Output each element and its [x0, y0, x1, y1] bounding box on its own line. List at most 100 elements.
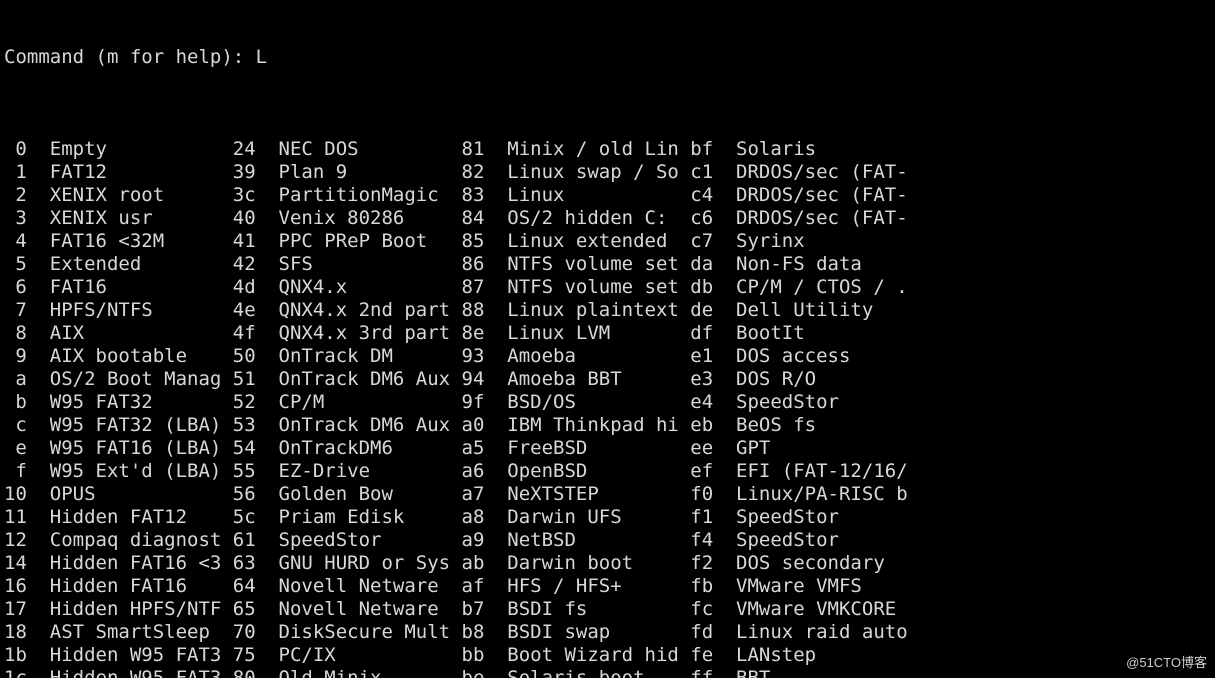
partition-type-name: IBM Thinkpad hi	[507, 414, 690, 437]
partition-type-code: 6	[4, 276, 27, 299]
partition-type-code: 75	[233, 644, 256, 667]
partition-type-name: BootIt	[736, 322, 919, 345]
partition-type-name: VMware VMFS	[736, 575, 919, 598]
partition-type-code: 9	[4, 345, 27, 368]
partition-type-code: c6	[690, 207, 713, 230]
partition-type-name: Syrinx	[736, 230, 919, 253]
partition-type-code: a8	[462, 506, 485, 529]
partition-type-code: 63	[233, 552, 256, 575]
partition-type-name: LANstep	[736, 644, 919, 667]
partition-type-name: DOS R/O	[736, 368, 919, 391]
partition-type-name: FAT16	[50, 276, 233, 299]
command-prompt: Command (m for help): L	[4, 46, 1211, 69]
partition-type-row: 2XENIX root3cPartitionMagic83Linuxc4DRDO…	[4, 184, 1211, 207]
partition-type-code: 39	[233, 161, 256, 184]
partition-type-name: Venix 80286	[279, 207, 462, 230]
partition-type-name: PPC PReP Boot	[279, 230, 462, 253]
partition-type-code: c4	[690, 184, 713, 207]
partition-type-name: Old Minix	[279, 667, 462, 678]
partition-type-row: 9AIX bootable50OnTrack DM93Amoebae1DOS a…	[4, 345, 1211, 368]
partition-type-name: Novell Netware	[279, 598, 462, 621]
partition-type-name: W95 FAT32 (LBA)	[50, 414, 233, 437]
partition-type-name: OS/2 Boot Manag	[50, 368, 233, 391]
partition-type-code: 12	[4, 529, 27, 552]
partition-type-name: OnTrackDM6	[279, 437, 462, 460]
partition-type-name: EFI (FAT-12/16/	[736, 460, 919, 483]
partition-type-code: 94	[462, 368, 485, 391]
partition-type-table: 0Empty24NEC DOS81Minix / old LinbfSolari…	[4, 138, 1211, 678]
partition-type-code: 1	[4, 161, 27, 184]
partition-type-code: a5	[462, 437, 485, 460]
partition-type-name: Empty	[50, 138, 233, 161]
partition-type-name: OnTrack DM	[279, 345, 462, 368]
partition-type-row: 18AST SmartSleep70DiskSecure Multb8BSDI …	[4, 621, 1211, 644]
partition-type-code: 84	[462, 207, 485, 230]
partition-type-code: 1b	[4, 644, 27, 667]
partition-type-code: 3c	[233, 184, 256, 207]
partition-type-name: NeXTSTEP	[507, 483, 690, 506]
partition-type-name: PartitionMagic	[279, 184, 462, 207]
partition-type-code: e3	[690, 368, 713, 391]
partition-type-code: da	[690, 253, 713, 276]
partition-type-name: Hidden W95 FAT3	[50, 644, 233, 667]
partition-type-name: W95 FAT16 (LBA)	[50, 437, 233, 460]
partition-type-code: f1	[690, 506, 713, 529]
partition-type-row: 0Empty24NEC DOS81Minix / old LinbfSolari…	[4, 138, 1211, 161]
partition-type-row: 14Hidden FAT16 <363GNU HURD or SysabDarw…	[4, 552, 1211, 575]
partition-type-row: 17Hidden HPFS/NTF65Novell Netwareb7BSDI …	[4, 598, 1211, 621]
partition-type-code: 3	[4, 207, 27, 230]
partition-type-code: 93	[462, 345, 485, 368]
partition-type-code: 70	[233, 621, 256, 644]
partition-type-code: 50	[233, 345, 256, 368]
partition-type-name: Amoeba	[507, 345, 690, 368]
partition-type-code: 54	[233, 437, 256, 460]
partition-type-name: Novell Netware	[279, 575, 462, 598]
partition-type-code: eb	[690, 414, 713, 437]
partition-type-code: ef	[690, 460, 713, 483]
partition-type-code: 7	[4, 299, 27, 322]
partition-type-code: 87	[462, 276, 485, 299]
partition-type-name: AIX bootable	[50, 345, 233, 368]
partition-type-name: Hidden HPFS/NTF	[50, 598, 233, 621]
partition-type-code: a6	[462, 460, 485, 483]
partition-type-code: ab	[462, 552, 485, 575]
partition-type-name: OS/2 hidden C:	[507, 207, 690, 230]
partition-type-row: eW95 FAT16 (LBA)54OnTrackDM6a5FreeBSDeeG…	[4, 437, 1211, 460]
partition-type-name: CP/M / CTOS / .	[736, 276, 919, 299]
partition-type-name: Minix / old Lin	[507, 138, 690, 161]
partition-type-code: 86	[462, 253, 485, 276]
partition-type-name: HPFS/NTFS	[50, 299, 233, 322]
partition-type-name: Extended	[50, 253, 233, 276]
watermark-text: @51CTO博客	[1126, 651, 1207, 674]
terminal-output[interactable]: Command (m for help): L 0Empty24NEC DOS8…	[0, 0, 1215, 678]
partition-type-name: NetBSD	[507, 529, 690, 552]
partition-type-name: Golden Bow	[279, 483, 462, 506]
partition-type-name: SpeedStor	[279, 529, 462, 552]
partition-type-code: fd	[690, 621, 713, 644]
partition-type-row: 3XENIX usr40Venix 8028684OS/2 hidden C:c…	[4, 207, 1211, 230]
partition-type-code: 81	[462, 138, 485, 161]
partition-type-row: 6FAT164dQNX4.x87NTFS volume setdbCP/M / …	[4, 276, 1211, 299]
partition-type-name: QNX4.x 2nd part	[279, 299, 462, 322]
partition-type-name: BSD/OS	[507, 391, 690, 414]
partition-type-code: 56	[233, 483, 256, 506]
partition-type-code: e1	[690, 345, 713, 368]
partition-type-code: 65	[233, 598, 256, 621]
partition-type-code: 14	[4, 552, 27, 575]
partition-type-code: 80	[233, 667, 256, 678]
partition-type-code: 11	[4, 506, 27, 529]
partition-type-name: SpeedStor	[736, 506, 919, 529]
partition-type-code: 40	[233, 207, 256, 230]
partition-type-name: FreeBSD	[507, 437, 690, 460]
partition-type-code: 51	[233, 368, 256, 391]
partition-type-code: 16	[4, 575, 27, 598]
partition-type-name: Linux	[507, 184, 690, 207]
partition-type-name: BSDI swap	[507, 621, 690, 644]
partition-type-code: 4d	[233, 276, 256, 299]
partition-type-name: Solaris	[736, 138, 919, 161]
partition-type-code: 18	[4, 621, 27, 644]
partition-type-name: Linux plaintext	[507, 299, 690, 322]
partition-type-code: f	[4, 460, 27, 483]
partition-type-name: Hidden FAT16	[50, 575, 233, 598]
partition-type-name: W95 Ext'd (LBA)	[50, 460, 233, 483]
